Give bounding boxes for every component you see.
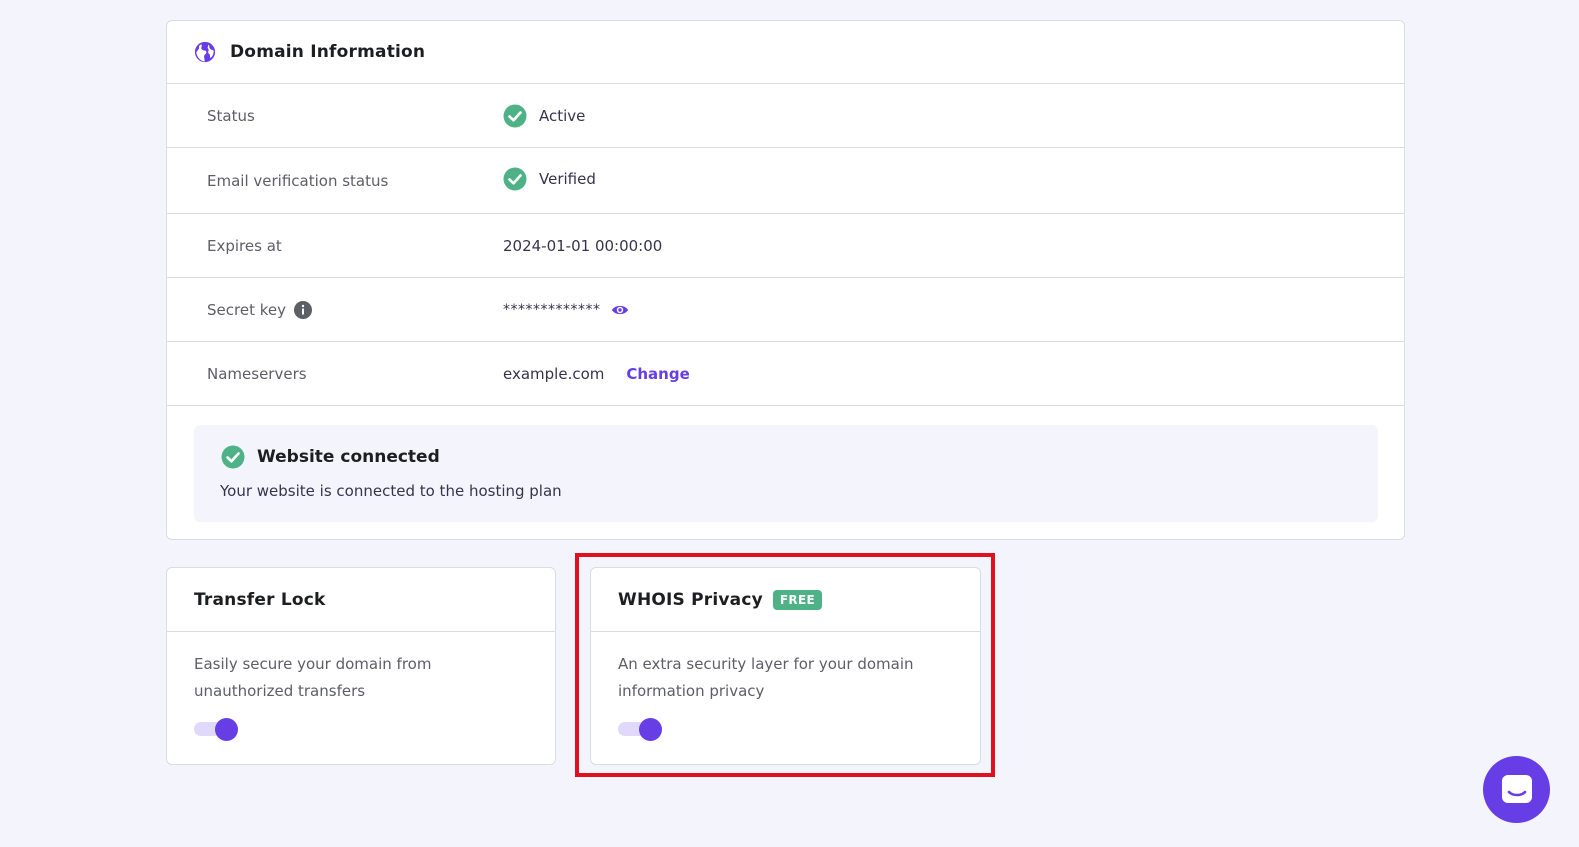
toggle-knob (215, 718, 238, 741)
status-label: Status (207, 106, 255, 125)
secret-key-label: Secret key (207, 300, 312, 319)
expires-at-row: Expires at 2024-01-01 00:00:00 (167, 214, 1404, 278)
website-connected-box: Website connected Your website is connec… (194, 425, 1378, 522)
website-connected-heading: Website connected (221, 445, 440, 469)
transfer-lock-toggle[interactable] (194, 718, 238, 741)
check-circle-icon (503, 167, 527, 191)
eye-icon[interactable] (611, 303, 629, 317)
email-verification-row: Email verification status Verified (167, 148, 1404, 214)
nameservers-value: example.com Change (503, 365, 690, 383)
transfer-lock-header: Transfer Lock (167, 568, 555, 632)
info-icon[interactable] (293, 300, 312, 319)
check-circle-icon (503, 104, 527, 127)
chat-button[interactable] (1483, 756, 1550, 823)
expires-at-value: 2024-01-01 00:00:00 (503, 236, 663, 255)
domain-information-title: Domain Information (230, 42, 426, 62)
website-connected-description: Your website is connected to the hosting… (220, 482, 562, 500)
email-verification-value: Verified (503, 167, 596, 191)
secret-key-row: Secret key ************* (167, 278, 1404, 342)
email-verification-label: Email verification status (207, 172, 389, 190)
nameservers-text: example.com (503, 364, 605, 383)
transfer-lock-title: Transfer Lock (194, 589, 326, 610)
globe-icon (194, 41, 216, 63)
status-text: Active (539, 106, 586, 125)
check-circle-icon (221, 445, 245, 469)
expires-at-label: Expires at (207, 236, 282, 255)
email-verification-text: Verified (539, 170, 596, 188)
status-value: Active (503, 104, 585, 128)
nameservers-label: Nameservers (207, 364, 307, 383)
domain-information-card: Domain Information Status Active Email v… (166, 20, 1405, 540)
secret-key-masked: ************* (503, 301, 601, 318)
website-connected-title: Website connected (257, 447, 440, 467)
change-nameservers-link[interactable]: Change (626, 365, 689, 383)
secret-key-value: ************* (503, 302, 629, 318)
nameservers-row: Nameservers example.com Change (167, 342, 1404, 406)
highlight-box (575, 553, 995, 777)
domain-information-header: Domain Information (167, 21, 1404, 84)
transfer-lock-card: Transfer Lock Easily secure your domain … (166, 567, 556, 765)
secret-key-label-text: Secret key (207, 300, 286, 319)
transfer-lock-description: Easily secure your domain from unauthori… (194, 655, 432, 700)
status-row: Status Active (167, 84, 1404, 148)
chat-icon (1501, 774, 1532, 803)
